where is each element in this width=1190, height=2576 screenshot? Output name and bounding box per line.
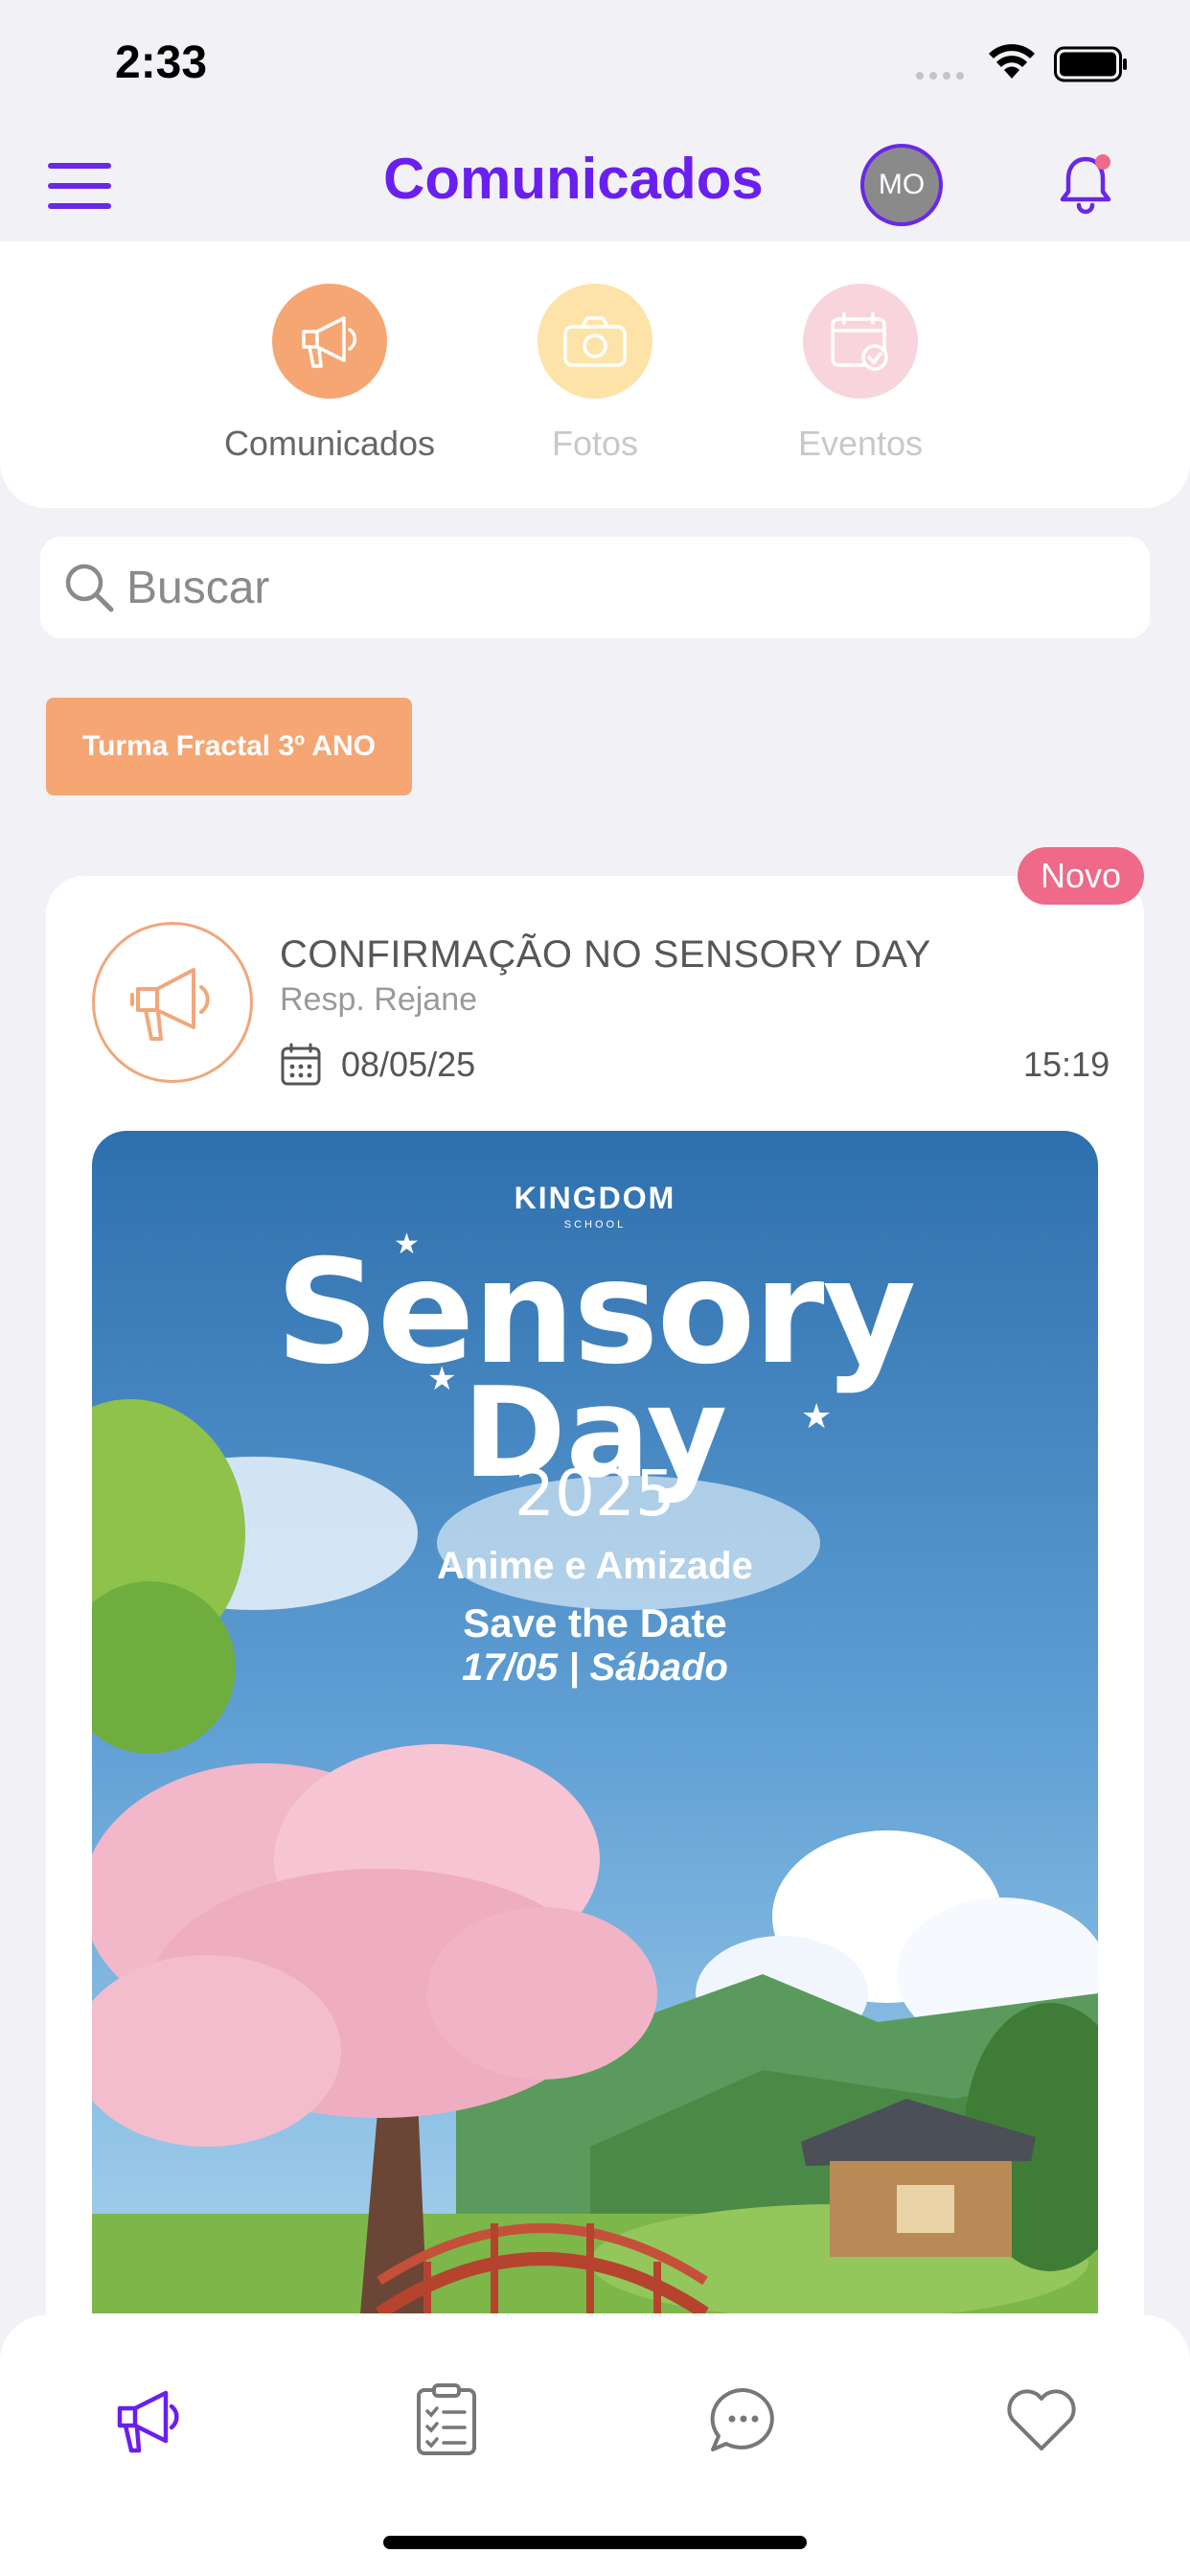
new-badge: Novo bbox=[1018, 847, 1144, 905]
menu-button[interactable] bbox=[48, 163, 111, 211]
calendar-icon bbox=[281, 1043, 321, 1086]
status-time: 2:33 bbox=[115, 37, 208, 88]
calendar-check-icon bbox=[803, 284, 918, 399]
search-input[interactable] bbox=[126, 537, 1123, 638]
hamburger-icon bbox=[48, 163, 111, 169]
search-bar[interactable] bbox=[40, 537, 1150, 638]
battery-icon bbox=[1054, 46, 1127, 82]
chat-icon bbox=[710, 2387, 774, 2451]
tab-bar-comunicados[interactable] bbox=[105, 2377, 192, 2463]
tab-label: Comunicados bbox=[223, 424, 436, 463]
megaphone-icon bbox=[117, 2390, 179, 2453]
status-bar: 2:33 bbox=[0, 0, 1190, 125]
post-author: Resp. Rejane bbox=[280, 981, 478, 1018]
poster-brand: KINGDOM bbox=[514, 1181, 676, 1215]
poster-theme: Anime e Amizade bbox=[437, 1545, 753, 1587]
wifi-icon bbox=[989, 44, 1035, 79]
tab-comunicados[interactable]: Comunicados bbox=[205, 284, 454, 464]
post-date: 08/05/25 bbox=[341, 1045, 476, 1084]
camera-icon bbox=[538, 284, 652, 399]
tab-bar-favorites[interactable] bbox=[998, 2377, 1085, 2463]
signal-icon bbox=[916, 72, 964, 80]
post-card[interactable]: CONFIRMAÇÃO NO SENSORY DAY Resp. Rejane … bbox=[46, 876, 1144, 2371]
bell-icon[interactable] bbox=[1057, 153, 1114, 217]
page-title: Comunicados bbox=[383, 147, 764, 211]
class-filter-chip[interactable]: Turma Fractal 3º ANO bbox=[46, 698, 412, 795]
megaphone-icon bbox=[272, 284, 387, 399]
checklist-icon bbox=[417, 2383, 476, 2455]
post-megaphone-icon bbox=[92, 922, 253, 1083]
notification-dot bbox=[1095, 154, 1110, 170]
poster-year: 2025 bbox=[515, 1457, 675, 1530]
post-time: 15:19 bbox=[1023, 1045, 1110, 1084]
poster-save-the-date: Save the Date bbox=[463, 1600, 727, 1645]
avatar[interactable]: MO bbox=[860, 144, 943, 226]
search-icon bbox=[65, 564, 114, 612]
heart-icon bbox=[1007, 2389, 1076, 2450]
tab-fotos[interactable]: Fotos bbox=[470, 284, 720, 464]
post-title: CONFIRMAÇÃO NO SENSORY DAY bbox=[280, 933, 931, 976]
home-indicator bbox=[383, 2536, 807, 2549]
category-tabs: Comunicados Fotos Eventos bbox=[0, 242, 1190, 508]
tab-label: Fotos bbox=[551, 424, 639, 463]
tab-eventos[interactable]: Eventos bbox=[736, 284, 985, 464]
tab-bar-checklist[interactable] bbox=[403, 2377, 490, 2463]
tab-label: Eventos bbox=[797, 424, 924, 463]
post-image[interactable]: ★ ★ ★ KINGDOM SCHOOL Sensory Day 2025 An… bbox=[92, 1131, 1098, 2313]
tab-bar-chat[interactable] bbox=[700, 2377, 787, 2463]
poster-event-date: 17/05 | Sábado bbox=[462, 1646, 728, 1689]
app-header: Comunicados MO bbox=[0, 125, 1190, 242]
